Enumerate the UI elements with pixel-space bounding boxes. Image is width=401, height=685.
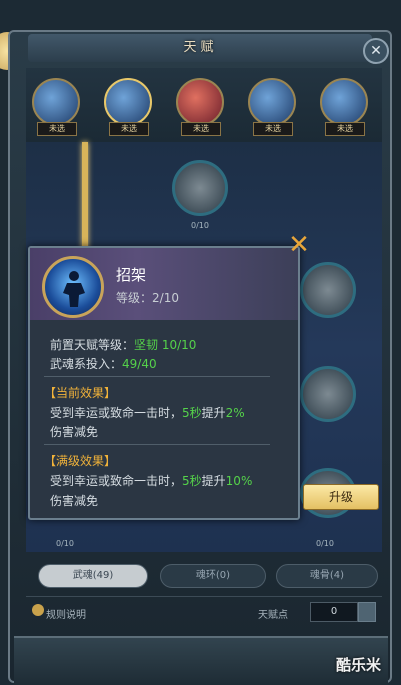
talent-points-label: 天赋点 [258,610,288,621]
talent-node[interactable] [300,262,356,318]
divider [44,444,270,445]
prerequisite-line: 前置天赋等级：坚韧 10/10 [50,336,196,353]
current-effect-seconds: 5秒 [182,406,202,420]
divider [44,376,270,377]
close-window-button[interactable]: ✕ [363,38,389,64]
current-effect-text: 受到幸运或致命一击时，5秒提升2% [50,404,245,421]
talent-node[interactable] [300,366,356,422]
info-icon [32,604,44,616]
talent-points-value: 0 [310,602,358,622]
current-effect-percent: 2% [225,406,245,420]
current-effect-text-2: 伤害减免 [50,425,99,439]
max-effect-seconds: 5秒 [182,474,202,488]
talent-node-label: 0/10 [56,539,74,548]
skill-name: 招架 [116,266,147,284]
talent-tab-label: 未选 [253,122,293,136]
max-effect-prefix: 受到幸运或致命一击时， [50,474,183,488]
talent-node-label: 0/10 [191,221,209,230]
max-effect-text-2: 伤害减免 [50,494,99,508]
rules-link[interactable]: 规则说明 [46,606,86,621]
skill-level: 等级：2/10 [116,289,179,306]
investment-line: 武魂系投入：49/40 [50,355,157,372]
talent-node-label: 0/10 [316,539,334,548]
level-value: 2/10 [152,291,179,305]
talent-tab-5[interactable] [320,78,368,126]
current-effect-prefix: 受到幸运或致命一击时， [50,406,183,420]
talent-tab-label: 未选 [37,122,77,136]
watermark: 酷乐米 [336,656,382,674]
talent-tab-1[interactable] [32,78,80,126]
talent-tab-2[interactable] [104,78,152,126]
max-effect-mid: 提升 [201,474,226,488]
tab-hungu[interactable]: 魂骨(4) [276,564,378,588]
close-popup-icon[interactable]: ✕ [286,232,312,258]
level-label: 等级： [116,291,153,305]
talent-tab-4[interactable] [248,78,296,126]
window-title: 天赋 [183,40,218,55]
talent-tab-label: 未选 [181,122,221,136]
invest-label: 武魂系投入： [50,357,123,371]
max-effect-title: 【满级效果】 [44,454,117,468]
tab-wuhun[interactable]: 武魂(49) [38,564,148,588]
invest-value: 49/40 [122,357,157,371]
prereq-label: 前置天赋等级： [50,338,135,352]
max-effect-percent: 10% [225,474,253,488]
upgrade-button[interactable]: 升级 [303,484,379,510]
prereq-value: 坚韧 10/10 [134,338,197,352]
parry-skill-icon [42,256,104,318]
bottom-panel [14,636,388,685]
current-effect-title: 【当前效果】 [44,386,117,400]
talent-tab-3[interactable] [176,78,224,126]
tab-hunhuan[interactable]: 魂环(0) [160,564,266,588]
add-points-button[interactable] [358,602,376,622]
max-effect-text: 受到幸运或致命一击时，5秒提升10% [50,472,252,489]
divider [26,596,382,597]
talent-node[interactable] [172,160,228,216]
talent-tab-label: 未选 [109,122,149,136]
talent-tab-label: 未选 [325,122,365,136]
current-effect-mid: 提升 [201,406,226,420]
progress-connector [82,142,88,252]
